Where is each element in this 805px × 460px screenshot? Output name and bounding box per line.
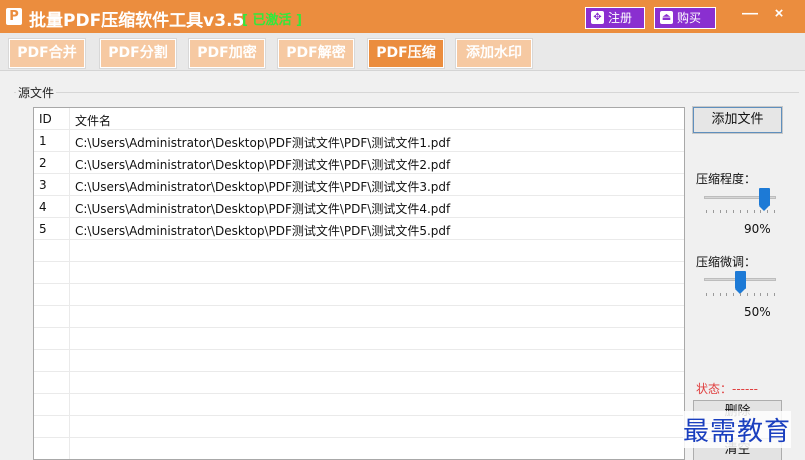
empty-row [34, 394, 684, 416]
source-files-group-label: 源文件 [16, 84, 57, 101]
tab-pdf-decrypt[interactable]: PDF解密 [277, 38, 355, 69]
empty-row [34, 438, 684, 459]
slider-tick [746, 210, 748, 213]
slider-tick [740, 293, 741, 296]
empty-row [34, 284, 684, 306]
slider-tick [733, 293, 735, 296]
slider-tick [746, 293, 748, 296]
table-header: ID 文件名 [34, 108, 684, 130]
slider-tick [706, 210, 707, 213]
slider-tick [719, 210, 721, 213]
watermark-logo: 最需教育 [683, 411, 792, 448]
tab-pdf-merge[interactable]: PDF合并 [8, 38, 86, 69]
fine-tune-value: 50% [744, 305, 771, 319]
app-logo-icon: P [6, 8, 22, 25]
tab-pdf-split[interactable]: PDF分割 [99, 38, 177, 69]
table-row[interactable]: 2 C:\Users\Administrator\Desktop\PDF测试文件… [34, 152, 684, 174]
compression-level-ticks [706, 210, 776, 214]
register-icon: ✥ [591, 11, 604, 24]
slider-tick [760, 293, 762, 296]
row-id: 1 [39, 134, 47, 148]
buy-label: 购买 [677, 11, 702, 25]
tab-strip: PDF合并 PDF分割 PDF加密 PDF解密 PDF压缩 添加水印 [0, 33, 805, 71]
compression-level-slider-thumb[interactable] [758, 188, 770, 211]
title-bar: P 批量PDF压缩软件工具v3.5 [ 已激活 ] ✥ 注册 ⏏ 购买 — × [0, 0, 805, 33]
slider-tick [706, 293, 707, 296]
window-title: 批量PDF压缩软件工具v3.5 [29, 11, 245, 31]
empty-row [34, 262, 684, 284]
row-id: 5 [39, 222, 47, 236]
column-header-id: ID [39, 112, 52, 126]
register-label: 注册 [608, 11, 633, 25]
table-row[interactable]: 4 C:\Users\Administrator\Desktop\PDF测试文件… [34, 196, 684, 218]
slider-tick [726, 293, 728, 296]
slider-tick [753, 210, 755, 213]
empty-row [34, 416, 684, 438]
slider-tick [712, 293, 714, 296]
empty-row [34, 240, 684, 262]
minimize-button[interactable]: — [742, 6, 758, 22]
tab-add-watermark[interactable]: 添加水印 [455, 38, 533, 69]
slider-tick [712, 210, 714, 213]
row-filename: C:\Users\Administrator\Desktop\PDF测试文件\P… [75, 158, 451, 172]
slider-tick [767, 293, 769, 296]
slider-tick [774, 210, 775, 213]
fine-tune-label: 压缩微调： [696, 255, 757, 269]
row-filename: C:\Users\Administrator\Desktop\PDF测试文件\P… [75, 202, 451, 216]
register-button[interactable]: ✥ 注册 [585, 7, 645, 29]
slider-tick [753, 293, 755, 296]
table-row[interactable]: 5 C:\Users\Administrator\Desktop\PDF测试文件… [34, 218, 684, 240]
row-filename: C:\Users\Administrator\Desktop\PDF测试文件\P… [75, 136, 451, 150]
group-divider [14, 92, 799, 93]
slider-tick [740, 210, 741, 213]
row-id: 3 [39, 178, 47, 192]
slider-tick [760, 210, 762, 213]
slider-tick [733, 210, 735, 213]
table-row[interactable]: 3 C:\Users\Administrator\Desktop\PDF测试文件… [34, 174, 684, 196]
row-id: 2 [39, 156, 47, 170]
buy-button[interactable]: ⏏ 购买 [654, 7, 716, 29]
row-filename: C:\Users\Administrator\Desktop\PDF测试文件\P… [75, 224, 451, 238]
empty-row [34, 372, 684, 394]
fine-tune-slider-thumb[interactable] [734, 271, 746, 294]
cart-icon: ⏏ [660, 11, 673, 24]
slider-tick [774, 293, 775, 296]
slider-tick [719, 293, 721, 296]
empty-row [34, 350, 684, 372]
table-row[interactable]: 1 C:\Users\Administrator\Desktop\PDF测试文件… [34, 130, 684, 152]
tab-pdf-compress[interactable]: PDF压缩 [367, 38, 445, 69]
empty-row [34, 306, 684, 328]
empty-row [34, 328, 684, 350]
fine-tune-ticks [706, 293, 776, 297]
slider-tick [767, 210, 769, 213]
activation-status: [ 已激活 ] [242, 13, 302, 28]
close-button[interactable]: × [772, 6, 786, 22]
add-file-button[interactable]: 添加文件 [692, 106, 783, 134]
file-table[interactable]: ID 文件名 1 C:\Users\Administrator\Desktop\… [33, 107, 685, 460]
tab-pdf-encrypt[interactable]: PDF加密 [188, 38, 266, 69]
status-text: 状态：------ [696, 382, 758, 396]
compression-level-value: 90% [744, 222, 771, 236]
row-filename: C:\Users\Administrator\Desktop\PDF测试文件\P… [75, 180, 451, 194]
row-id: 4 [39, 200, 47, 214]
column-header-filename: 文件名 [75, 114, 112, 128]
compression-level-label: 压缩程度： [696, 172, 757, 186]
slider-tick [726, 210, 728, 213]
